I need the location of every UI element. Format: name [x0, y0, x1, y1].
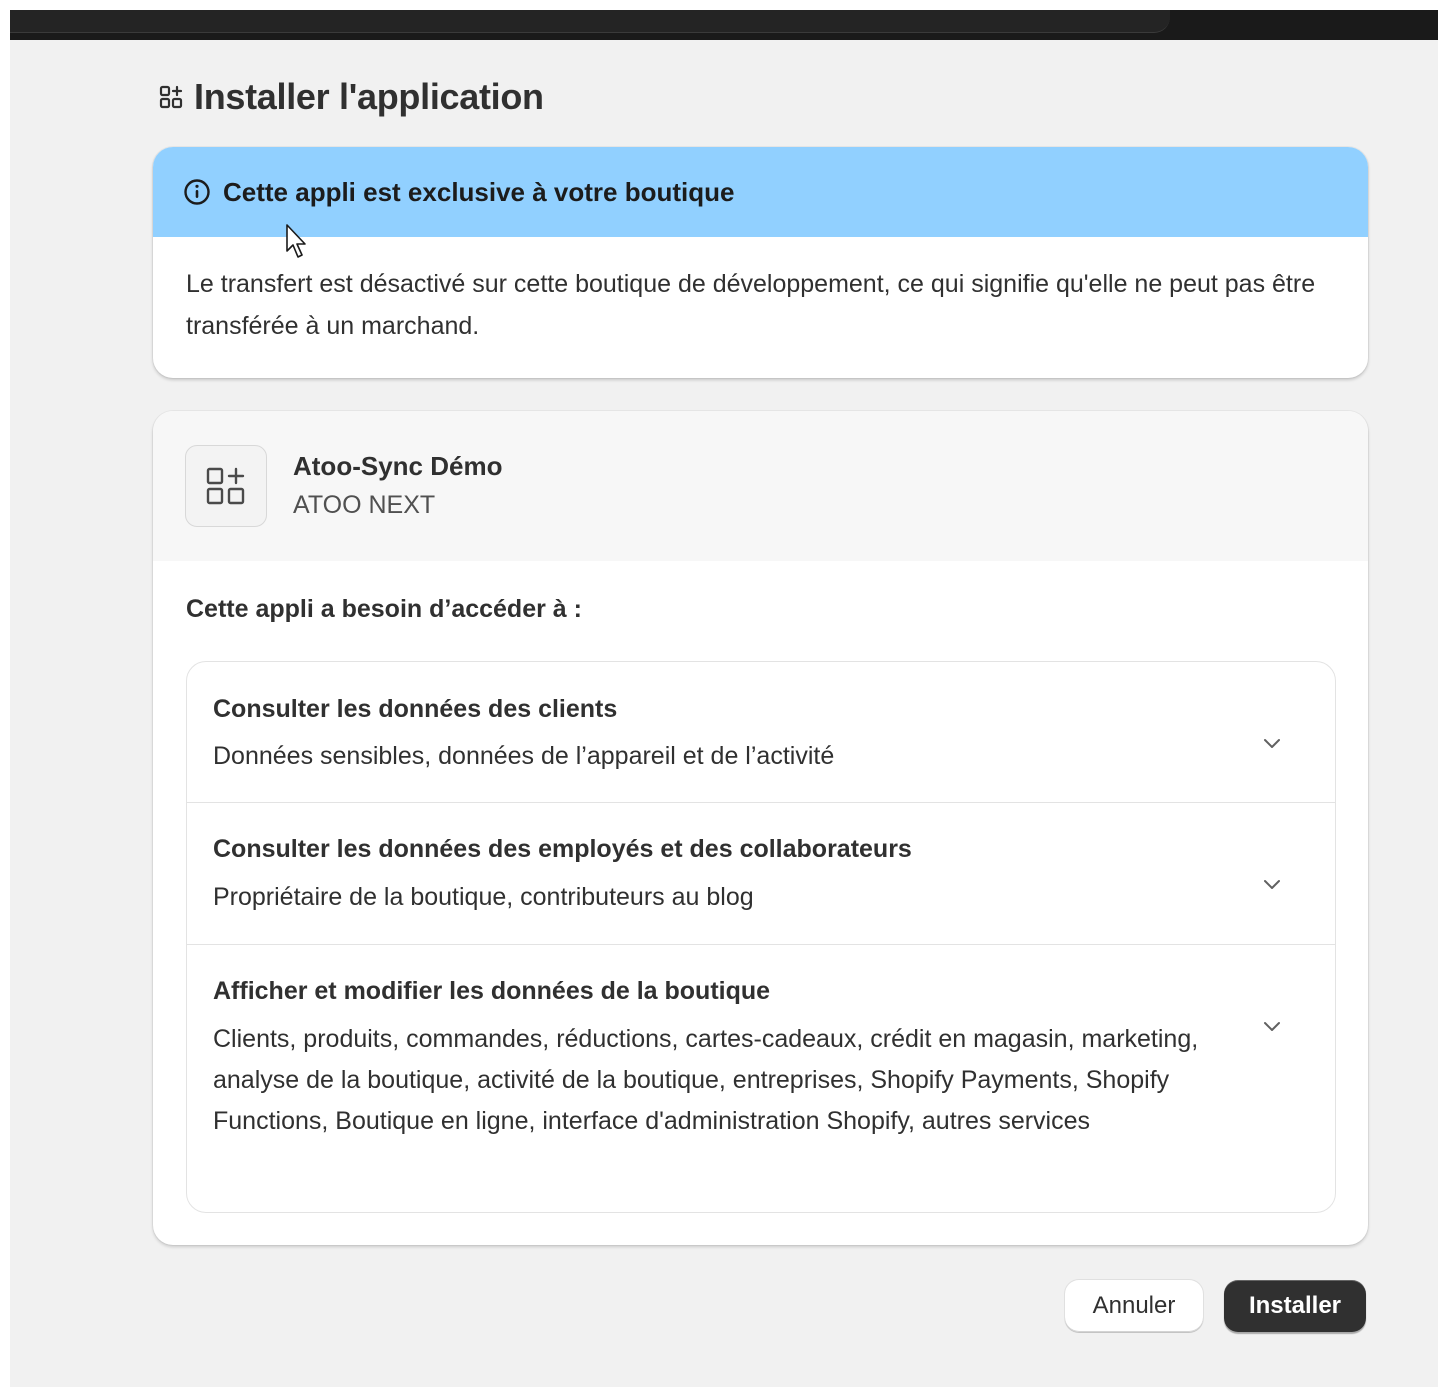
permission-item-staff[interactable]: Consulter les données des employés et de… — [187, 803, 1335, 945]
permission-description: Clients, produits, commandes, réductions… — [213, 1025, 1199, 1135]
permission-item-customers[interactable]: Consulter les données des clients Donnée… — [187, 662, 1335, 803]
app-developer: ATOO NEXT — [293, 491, 436, 519]
info-banner-title: Cette appli est exclusive à votre boutiq… — [223, 176, 735, 207]
app-permissions-card: Atoo-Sync Démo ATOO NEXT Cette appli a b… — [153, 411, 1368, 1245]
page-title-text: Installer l'application — [194, 76, 544, 117]
app-header: Atoo-Sync Démo ATOO NEXT — [153, 411, 1368, 561]
permission-description: Données sensibles, données de l’appareil… — [213, 742, 835, 770]
apps-add-icon — [206, 467, 245, 505]
info-banner-header: Cette appli est exclusive à votre boutiq… — [153, 147, 1368, 237]
info-banner: Cette appli est exclusive à votre boutiq… — [153, 147, 1368, 378]
permission-list: Consulter les données des clients Donnée… — [186, 661, 1336, 1213]
app-window: Installer l'application Cette appli est … — [10, 10, 1438, 1387]
permission-title: Afficher et modifier les données de la b… — [213, 977, 771, 1005]
mouse-cursor-icon — [286, 224, 306, 258]
page-title: Installer l'application — [158, 76, 544, 118]
app-name: Atoo-Sync Démo — [293, 451, 503, 481]
access-label: Cette appli a besoin d’accéder à : — [186, 595, 582, 623]
permission-description: Propriétaire de la boutique, contributeu… — [213, 883, 754, 911]
cancel-button[interactable]: Annuler — [1065, 1280, 1203, 1332]
permission-title: Consulter les données des employés et de… — [213, 835, 912, 863]
top-bar — [10, 10, 1438, 40]
install-button[interactable]: Installer — [1224, 1280, 1366, 1332]
top-bar-search[interactable] — [10, 10, 1170, 33]
info-banner-body: Le transfert est désactivé sur cette bou… — [186, 270, 1316, 340]
permission-item-store[interactable]: Afficher et modifier les données de la b… — [187, 945, 1335, 1212]
permission-title: Consulter les données des clients — [213, 695, 618, 723]
app-icon-tile — [185, 445, 267, 527]
chevron-down-icon[interactable] — [1261, 1015, 1283, 1037]
apps-add-icon — [159, 85, 183, 109]
chevron-down-icon[interactable] — [1261, 732, 1283, 754]
chevron-down-icon[interactable] — [1261, 873, 1283, 895]
info-circle-icon — [184, 179, 210, 205]
